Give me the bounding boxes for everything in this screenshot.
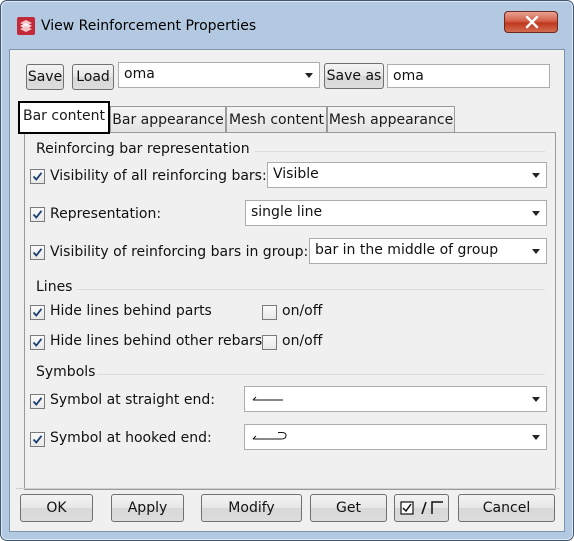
hide-behind-rebars-checkbox[interactable] bbox=[30, 335, 45, 350]
load-button[interactable]: Load bbox=[72, 64, 114, 90]
straight-end-line-icon bbox=[251, 393, 287, 409]
dialog-client-area: Save Load oma Save as oma Bar content Ba… bbox=[9, 49, 565, 532]
save-button[interactable]: Save bbox=[26, 64, 64, 90]
chevron-down-icon bbox=[532, 435, 540, 440]
visibility-group-checkbox[interactable] bbox=[30, 245, 45, 260]
group-heading-symbols: Symbols bbox=[36, 364, 96, 380]
representation-label: Representation: bbox=[50, 206, 162, 222]
tab-label: Bar appearance bbox=[112, 112, 224, 128]
tab-label: Mesh appearance bbox=[328, 112, 454, 128]
preset-dropdown[interactable]: oma bbox=[118, 62, 320, 88]
onoff-label: on/off bbox=[282, 303, 323, 319]
bar-content-panel: Reinforcing bar representation Visibilit… bbox=[24, 132, 556, 490]
tab-label: Mesh content bbox=[229, 112, 324, 128]
visibility-all-checkbox[interactable] bbox=[30, 169, 45, 184]
representation-value: single line bbox=[251, 204, 323, 220]
get-button[interactable]: Get bbox=[310, 494, 387, 522]
chevron-down-icon bbox=[532, 211, 540, 216]
hooked-end-checkbox[interactable] bbox=[30, 432, 45, 447]
modify-button[interactable]: Modify bbox=[201, 494, 302, 522]
visibility-group-dropdown[interactable]: bar in the middle of group bbox=[309, 238, 547, 264]
cancel-button[interactable]: Cancel bbox=[458, 494, 555, 522]
visibility-all-label: Visibility of all reinforcing bars: bbox=[50, 168, 267, 184]
visibility-group-value: bar in the middle of group bbox=[315, 242, 499, 258]
tab-bar-content[interactable]: Bar content bbox=[18, 101, 110, 134]
visibility-all-dropdown[interactable]: Visible bbox=[267, 162, 547, 188]
hooked-end-label: Symbol at hooked end: bbox=[50, 430, 212, 446]
preset-value: oma bbox=[124, 66, 155, 82]
chevron-down-icon bbox=[532, 249, 540, 254]
close-icon bbox=[525, 15, 539, 33]
check-toggle-icon bbox=[399, 500, 445, 520]
representation-checkbox[interactable] bbox=[30, 207, 45, 222]
straight-end-symbol-dropdown[interactable] bbox=[244, 386, 547, 412]
dialog-window: View Reinforcement Properties Save Load … bbox=[0, 0, 574, 541]
checkmark-icon bbox=[32, 172, 43, 181]
representation-dropdown[interactable]: single line bbox=[245, 200, 547, 226]
visibility-group-label: Visibility of reinforcing bars in group: bbox=[50, 244, 309, 260]
group-divider bbox=[77, 289, 545, 290]
group-divider bbox=[255, 151, 545, 152]
hide-behind-parts-onoff-checkbox[interactable] bbox=[262, 305, 277, 320]
checkmark-icon bbox=[32, 435, 43, 444]
hide-behind-rebars-onoff-checkbox[interactable] bbox=[262, 335, 277, 350]
chevron-down-icon bbox=[305, 73, 313, 78]
straight-end-label: Symbol at straight end: bbox=[50, 392, 215, 408]
checkmark-icon bbox=[32, 248, 43, 257]
checkmark-icon bbox=[32, 308, 43, 317]
group-heading-reinforcing-bar-representation: Reinforcing bar representation bbox=[36, 141, 250, 157]
group-divider bbox=[97, 374, 545, 375]
onoff-label: on/off bbox=[282, 333, 323, 349]
tab-bar-appearance[interactable]: Bar appearance bbox=[110, 106, 226, 133]
straight-end-checkbox[interactable] bbox=[30, 394, 45, 409]
hooked-end-symbol-dropdown[interactable] bbox=[244, 424, 547, 450]
hooked-end-line-icon bbox=[251, 429, 291, 447]
apply-button[interactable]: Apply bbox=[111, 494, 184, 522]
checkmark-icon bbox=[32, 338, 43, 347]
tekla-app-icon bbox=[17, 17, 35, 35]
visibility-all-value: Visible bbox=[273, 166, 319, 182]
tab-mesh-appearance[interactable]: Mesh appearance bbox=[327, 106, 455, 133]
group-heading-lines: Lines bbox=[36, 279, 73, 295]
toggle-selection-button[interactable] bbox=[394, 494, 449, 522]
chevron-down-icon bbox=[532, 173, 540, 178]
checkmark-icon bbox=[32, 397, 43, 406]
checkmark-icon bbox=[32, 210, 43, 219]
save-as-button[interactable]: Save as bbox=[324, 63, 384, 89]
chevron-down-icon bbox=[532, 397, 540, 402]
ok-button[interactable]: OK bbox=[20, 494, 93, 522]
hide-behind-parts-checkbox[interactable] bbox=[30, 305, 45, 320]
tab-mesh-content[interactable]: Mesh content bbox=[226, 106, 327, 133]
window-title: View Reinforcement Properties bbox=[41, 18, 257, 34]
tab-label: Bar content bbox=[23, 108, 105, 124]
hide-behind-rebars-label: Hide lines behind other rebars bbox=[50, 333, 263, 349]
save-as-name-input[interactable]: oma bbox=[387, 64, 550, 88]
close-button[interactable] bbox=[504, 11, 558, 33]
title-bar[interactable]: View Reinforcement Properties bbox=[1, 1, 573, 49]
hide-behind-parts-label: Hide lines behind parts bbox=[50, 303, 212, 319]
